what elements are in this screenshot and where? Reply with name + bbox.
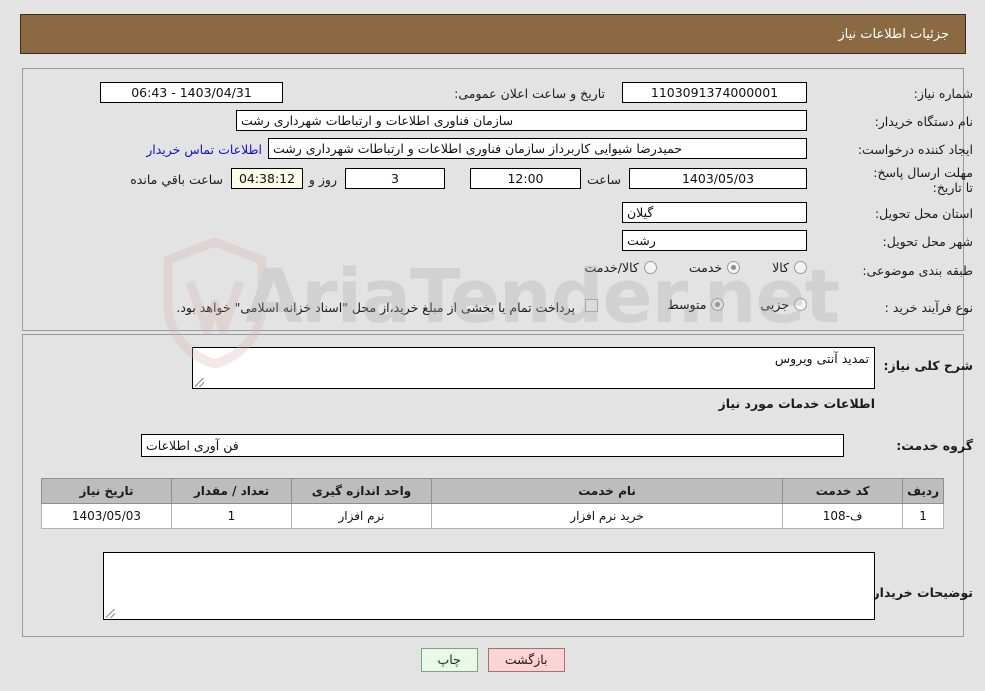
deadline-date-field: 1403/05/03 bbox=[629, 168, 807, 189]
category-option-radio-1[interactable] bbox=[727, 261, 741, 274]
page-title: جزئیات اطلاعات نیاز bbox=[20, 14, 966, 54]
page-root: جزئیات اطلاعات نیاز AriaTender.net شماره… bbox=[0, 0, 985, 691]
need-summary-panel bbox=[22, 68, 964, 331]
need-number-field: 1103091374000001 bbox=[622, 82, 807, 103]
requester-label: ایجاد کننده درخواست: bbox=[857, 142, 973, 157]
process-option-label-1: متوسط bbox=[667, 297, 707, 312]
cell-index: 1 bbox=[902, 503, 944, 529]
province-field: گیلان bbox=[622, 202, 807, 223]
process-option-0[interactable]: جزیی bbox=[760, 297, 807, 312]
category-option-radio-0[interactable] bbox=[794, 261, 807, 274]
process-option-label-0: جزیی bbox=[760, 297, 789, 312]
table-row: 1 ف-108 خرید نرم افزار نرم افزار 1 1403/05/03 bbox=[41, 503, 944, 529]
category-radio-group[interactable]: کالا خدمت کالا/خدمت bbox=[558, 260, 807, 275]
deadline-label: مهلت ارسال پاسخ: تا تاریخ: bbox=[873, 165, 973, 195]
general-desc-textarea[interactable]: تمدید آنتی ویروس bbox=[192, 347, 875, 389]
province-label: استان محل تحویل: bbox=[874, 206, 973, 221]
page-title-text: جزئیات اطلاعات نیاز bbox=[838, 26, 949, 42]
category-label: طبقه بندی موضوعی: bbox=[862, 263, 973, 278]
buyer-org-label: نام دستگاه خریدار: bbox=[874, 114, 973, 129]
process-option-1[interactable]: متوسط bbox=[667, 297, 725, 312]
cell-date: 1403/05/03 bbox=[41, 503, 172, 529]
action-button-bar: بازگشت چاپ bbox=[0, 648, 985, 672]
services-table: ردیف کد خدمت نام خدمت واحد اندازه گیری ت… bbox=[41, 478, 944, 529]
buyer-org-field: سازمان فناوری اطلاعات و ارتباطات شهرداری… bbox=[236, 110, 807, 131]
col-quantity: تعداد / مقدار bbox=[171, 478, 292, 504]
cell-unit: نرم افزار bbox=[291, 503, 432, 529]
general-desc-label: شرح کلی نیاز: bbox=[883, 358, 973, 373]
remaining-days-label: روز و bbox=[308, 172, 337, 187]
cell-quantity: 1 bbox=[171, 503, 292, 529]
treasury-checkbox[interactable] bbox=[585, 299, 598, 312]
buyer-notes-textarea[interactable] bbox=[103, 552, 875, 620]
requester-field: حمیدرضا شیوایی کاربرداز سازمان فناوری اط… bbox=[268, 138, 807, 159]
cell-name: خرید نرم افزار bbox=[430, 503, 784, 529]
table-header-row: ردیف کد خدمت نام خدمت واحد اندازه گیری ت… bbox=[41, 478, 944, 504]
process-label: نوع فرآیند خرید : bbox=[884, 300, 973, 315]
category-option-label-2: کالا/خدمت bbox=[584, 260, 639, 275]
category-option-1[interactable]: خدمت bbox=[688, 260, 741, 275]
announce-datetime-field: 1403/04/31 - 06:43 bbox=[100, 82, 283, 103]
treasury-text: پرداخت تمام یا بخشی از مبلغ خرید،از محل … bbox=[176, 300, 575, 315]
buyer-contact-link[interactable]: اطلاعات تماس خریدار bbox=[146, 142, 262, 157]
service-group-label: گروه خدمت: bbox=[896, 438, 973, 453]
category-option-0[interactable]: کالا bbox=[772, 260, 807, 275]
category-option-label-1: خدمت bbox=[688, 260, 723, 275]
service-group-field: فن آوری اطلاعات bbox=[141, 434, 844, 457]
process-radio-group[interactable]: جزیی متوسط bbox=[637, 297, 807, 312]
remaining-time-label: ساعت باقي مانده bbox=[130, 172, 223, 187]
cell-code: ف-108 bbox=[782, 503, 904, 529]
city-label: شهر محل تحویل: bbox=[882, 234, 973, 249]
remaining-time-field: 04:38:12 bbox=[231, 168, 303, 189]
print-button[interactable]: چاپ bbox=[420, 648, 478, 672]
col-unit: واحد اندازه گیری bbox=[291, 478, 432, 504]
category-option-label-0: کالا bbox=[772, 260, 789, 275]
remaining-days-field: 3 bbox=[345, 168, 445, 189]
buyer-notes-label: توضیحات خریدار: bbox=[867, 585, 973, 600]
announce-datetime-label: تاریخ و ساعت اعلان عمومی: bbox=[454, 86, 605, 101]
need-number-label: شماره نیاز: bbox=[913, 86, 973, 101]
process-option-radio-1[interactable] bbox=[711, 298, 725, 311]
col-name: نام خدمت bbox=[430, 478, 784, 504]
back-button[interactable]: بازگشت bbox=[487, 648, 565, 672]
deadline-hour-field: 12:00 bbox=[470, 168, 581, 189]
col-index: ردیف bbox=[902, 478, 944, 504]
city-field: رشت bbox=[622, 230, 807, 251]
category-option-2[interactable]: کالا/خدمت bbox=[584, 260, 657, 275]
process-option-radio-0[interactable] bbox=[794, 298, 807, 311]
col-code: کد خدمت bbox=[782, 478, 904, 504]
category-option-radio-2[interactable] bbox=[643, 261, 657, 274]
deadline-hour-label: ساعت bbox=[586, 172, 621, 187]
col-date: تاریخ نیاز bbox=[41, 478, 172, 504]
services-section-title: اطلاعات خدمات مورد نیاز bbox=[718, 396, 876, 411]
